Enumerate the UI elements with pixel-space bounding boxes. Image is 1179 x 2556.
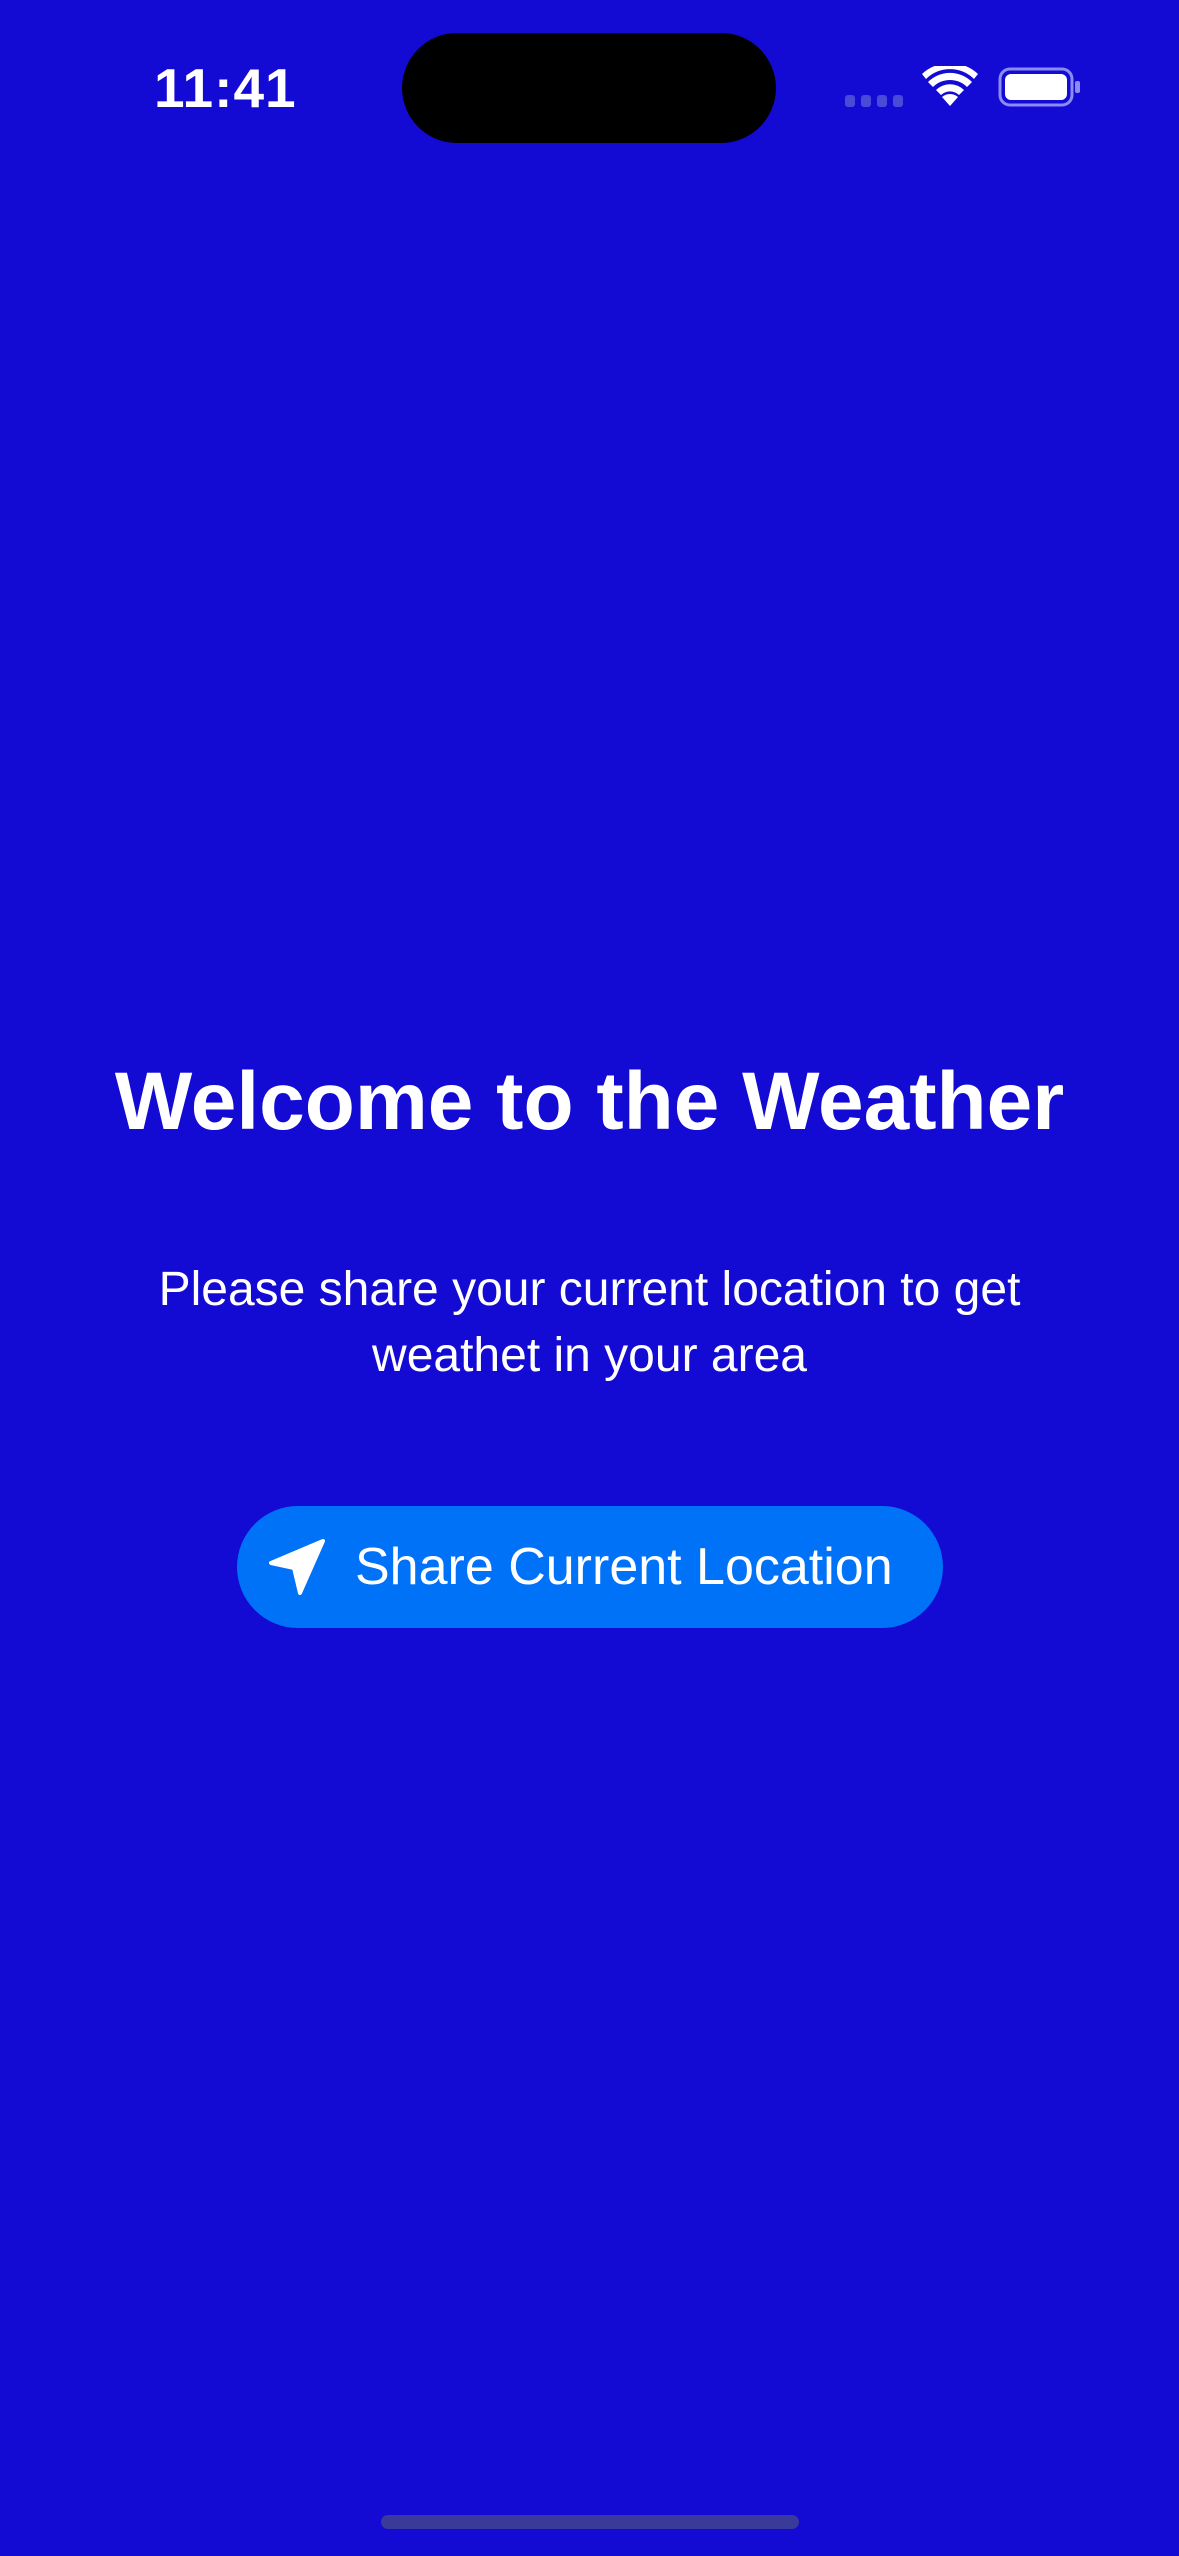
- status-bar: 11:41: [0, 0, 1179, 180]
- welcome-title: Welcome to the Weather: [114, 1056, 1065, 1147]
- status-time: 11:41: [154, 57, 297, 119]
- share-location-label: Share Current Location: [355, 1538, 893, 1596]
- battery-icon: [998, 67, 1080, 107]
- location-prompt-text: Please share your current location to ge…: [158, 1263, 1021, 1382]
- signal-icon: [845, 95, 903, 107]
- wifi-icon: [922, 66, 978, 106]
- home-indicator[interactable]: [381, 2515, 799, 2529]
- share-location-button[interactable]: Share Current Location: [237, 1506, 943, 1628]
- location-arrow-icon: [269, 1539, 325, 1595]
- dynamic-island: [402, 33, 776, 143]
